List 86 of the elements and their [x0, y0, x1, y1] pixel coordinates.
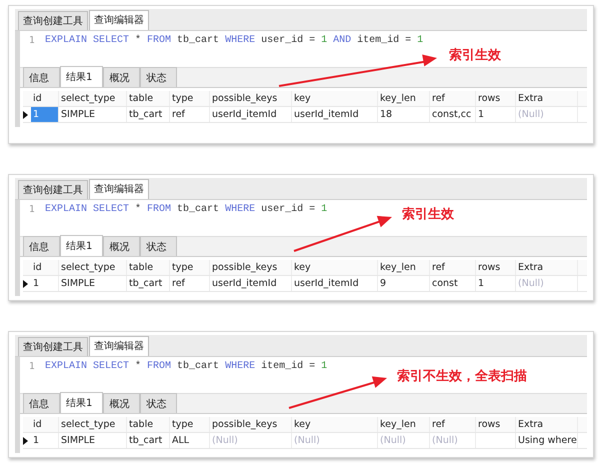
- code-line: EXPLAIN SELECT * FROM tb_cart WHERE item_id = 1: [45, 361, 328, 372]
- table-cell: ref: [170, 276, 210, 291]
- annotation-text: 索引生效: [402, 206, 454, 223]
- table-cell: 1: [31, 433, 59, 448]
- table-cell: userId_itemId: [210, 107, 292, 122]
- column-header: possible_keys: [210, 91, 292, 106]
- editor-tab[interactable]: 查询编辑器: [89, 336, 149, 356]
- table-cell: userId_itemId: [292, 276, 378, 291]
- table-cell: const: [430, 276, 476, 291]
- table-cell: const,cc: [430, 107, 476, 122]
- result-tab[interactable]: 结果1: [60, 66, 104, 87]
- table-cell: 9: [378, 276, 430, 291]
- line-number: 1: [29, 35, 36, 46]
- column-header: ref: [430, 260, 476, 275]
- editor-tab[interactable]: 查询编辑器: [89, 10, 149, 30]
- column-header: select_type: [59, 417, 127, 432]
- editor-tab[interactable]: 查询编辑器: [89, 179, 149, 199]
- column-header: table: [127, 91, 170, 106]
- code-line: EXPLAIN SELECT * FROM tb_cart WHERE user_id = 1 AND item_id = 1: [45, 35, 424, 46]
- table-cell: 1: [476, 276, 516, 291]
- column-header: id: [31, 91, 59, 106]
- table-cell: (Null): [516, 276, 578, 291]
- column-header: key_len: [378, 417, 430, 432]
- table-cell: Using where: [516, 433, 578, 448]
- table-cell: tb_cart: [127, 433, 170, 448]
- table-cell: SIMPLE: [59, 276, 127, 291]
- annotation-text: 索引不生效，全表扫描: [397, 368, 527, 385]
- column-header: type: [170, 91, 210, 106]
- table-cell: 1: [31, 276, 59, 291]
- table-cell: userId_itemId: [210, 276, 292, 291]
- table-cell: SIMPLE: [59, 433, 127, 448]
- result-tab[interactable]: 概况: [103, 393, 140, 413]
- editor-tab[interactable]: 查询创建工具: [18, 11, 88, 30]
- column-header: select_type: [59, 91, 127, 106]
- annotation-text: 索引生效: [449, 46, 501, 64]
- table-cell: (Null): [516, 107, 578, 122]
- column-header: id: [31, 260, 59, 275]
- table-cell: (Null): [430, 433, 476, 448]
- column-header: key: [292, 417, 378, 432]
- column-header: rows: [476, 417, 516, 432]
- editor-tab[interactable]: 查询创建工具: [18, 337, 88, 356]
- code-line: EXPLAIN SELECT * FROM tb_cart WHERE user_id = 1: [45, 204, 328, 215]
- column-header: rows: [476, 260, 516, 275]
- column-header: Extra: [516, 260, 578, 275]
- table-cell: ALL: [170, 433, 210, 448]
- column-header: ref: [430, 91, 476, 106]
- result-tab[interactable]: 状态: [140, 393, 178, 413]
- column-header: key_len: [378, 260, 430, 275]
- table-cell: userId_itemId: [292, 107, 378, 122]
- column-header: key_len: [378, 91, 430, 106]
- column-header: type: [170, 417, 210, 432]
- column-header: key: [292, 91, 378, 106]
- result-tab[interactable]: 概况: [103, 67, 140, 87]
- column-header: table: [127, 260, 170, 275]
- column-header: table: [127, 417, 170, 432]
- result-tab[interactable]: 信息: [23, 393, 60, 413]
- column-header: rows: [476, 91, 516, 106]
- result-tab[interactable]: 状态: [140, 236, 178, 256]
- result-tab[interactable]: 信息: [23, 236, 60, 256]
- table-cell: 1: [476, 107, 516, 122]
- column-header: possible_keys: [210, 417, 292, 432]
- column-header: select_type: [59, 260, 127, 275]
- column-header: ref: [430, 417, 476, 432]
- column-header: possible_keys: [210, 260, 292, 275]
- table-cell: 18: [378, 107, 430, 122]
- column-header: key: [292, 260, 378, 275]
- column-header: Extra: [516, 417, 578, 432]
- table-cell: 1: [31, 107, 59, 122]
- editor-tab[interactable]: 查询创建工具: [18, 180, 88, 199]
- result-tab[interactable]: 状态: [140, 67, 178, 87]
- result-tab[interactable]: 概况: [103, 236, 140, 256]
- column-header: type: [170, 260, 210, 275]
- table-cell: (Null): [210, 433, 292, 448]
- table-cell: tb_cart: [127, 276, 170, 291]
- line-number: 1: [29, 361, 36, 372]
- column-header: id: [31, 417, 59, 432]
- table-cell: (Null): [292, 433, 378, 448]
- result-tab[interactable]: 结果1: [60, 392, 104, 413]
- column-header: Extra: [516, 91, 578, 106]
- table-cell: (Null): [378, 433, 430, 448]
- result-tab[interactable]: 结果1: [60, 235, 104, 256]
- line-number: 1: [29, 204, 36, 215]
- table-cell: SIMPLE: [59, 107, 127, 122]
- table-cell: tb_cart: [127, 107, 170, 122]
- table-cell: ref: [170, 107, 210, 122]
- result-tab[interactable]: 信息: [23, 67, 60, 87]
